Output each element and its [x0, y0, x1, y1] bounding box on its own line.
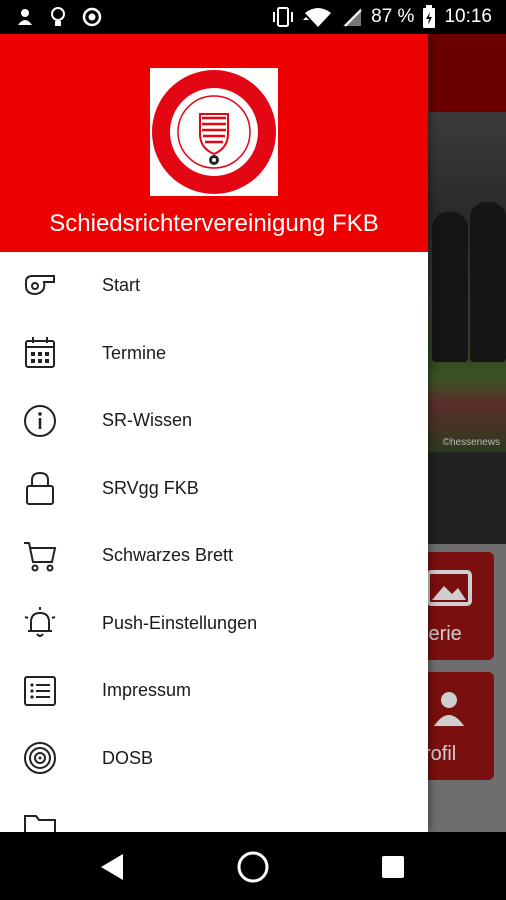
whistle-icon [22, 268, 58, 304]
menu-item-label: Termine [102, 342, 167, 363]
menu-item-sr-wissen[interactable]: SR-Wissen [0, 387, 428, 455]
target-icon [22, 740, 58, 776]
back-button[interactable] [96, 850, 130, 884]
menu-item-label: Start [102, 275, 141, 296]
recents-square-icon [382, 856, 404, 878]
drawer-menu: Start Termine SR-Wissen SRVgg FKB Schwar… [0, 252, 428, 832]
menu-item-label: DOSB [102, 747, 154, 768]
sync-icon [82, 7, 102, 27]
menu-item-impressum[interactable]: Impressum [0, 657, 428, 725]
battery-charging-icon [423, 5, 436, 28]
back-triangle-icon [101, 854, 123, 880]
menu-item-dosb[interactable]: DOSB [0, 725, 428, 793]
drawer-header: Schiedsrichtervereinigung FKB [0, 34, 428, 252]
system-navigation-bar [0, 832, 506, 900]
person-icon [434, 692, 464, 726]
menu-item-label: SR-Wissen [102, 410, 193, 431]
menu-item-schwarzes-brett[interactable]: Schwarzes Brett [0, 522, 428, 590]
calendar-icon [22, 335, 58, 371]
profile-tile-label: rofil [424, 743, 457, 765]
vibrate-icon [273, 7, 294, 27]
list-icon [22, 673, 58, 709]
notification-icon [18, 9, 32, 25]
home-circle-icon [237, 851, 269, 883]
recents-button[interactable] [376, 850, 410, 884]
cart-icon [22, 538, 58, 574]
battery-percent: 87 % [371, 6, 415, 27]
menu-item-push-einstellungen[interactable]: Push-Einstellungen [0, 590, 428, 658]
menu-item-start[interactable]: Start [0, 252, 428, 320]
menu-item-label: SRVgg FKB [102, 477, 199, 498]
menu-item-termine[interactable]: Termine [0, 320, 428, 388]
menu-item-srvgg-fkb[interactable]: SRVgg FKB [0, 455, 428, 523]
info-icon [22, 403, 58, 439]
lock-icon [22, 470, 58, 506]
gallery-tile-label: lerie [424, 623, 462, 645]
menu-item-partial[interactable] [0, 792, 428, 832]
image-icon [426, 570, 472, 606]
home-button[interactable] [236, 850, 270, 884]
menu-item-label: Impressum [102, 680, 192, 701]
signal-icon [343, 8, 362, 27]
menu-item-label: Push-Einstellungen [102, 612, 258, 633]
bell-icon [22, 605, 58, 641]
lightbulb-icon [51, 7, 65, 26]
folder-icon [22, 808, 58, 832]
club-logo-emblem [152, 70, 276, 194]
club-logo [150, 68, 278, 196]
navigation-drawer: Schiedsrichtervereinigung FKB Start Term… [0, 34, 428, 832]
clock: 10:16 [444, 6, 492, 27]
app-title: Schiedsrichtervereinigung FKB [49, 210, 379, 237]
photo-watermark: ©hessenews [442, 437, 500, 448]
status-bar: 87 % 10:16 [0, 0, 506, 34]
menu-item-label: Schwarzes Brett [102, 545, 234, 566]
wifi-icon [303, 8, 332, 27]
